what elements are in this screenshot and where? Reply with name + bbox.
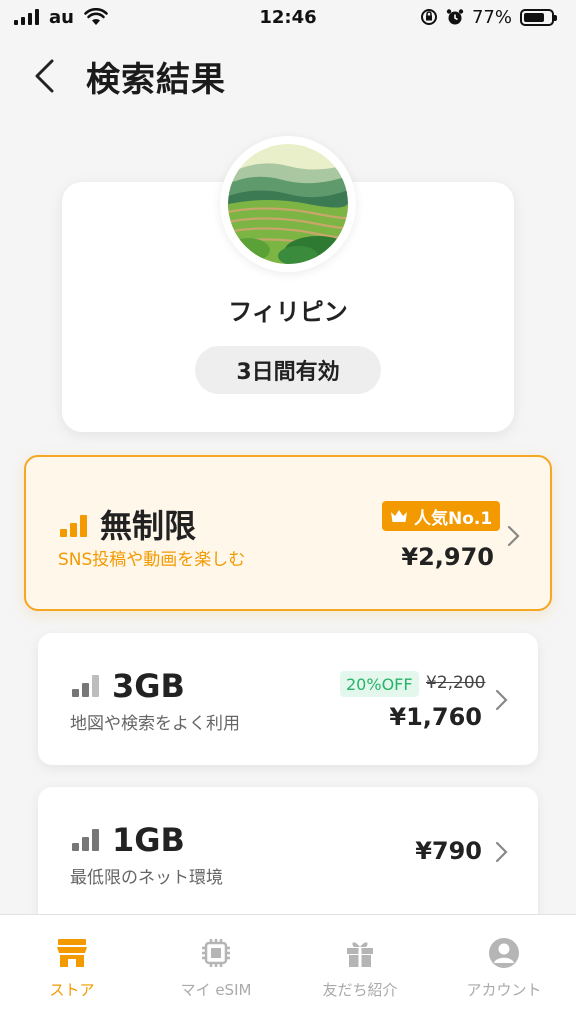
carrier-label: au — [49, 6, 74, 28]
battery-icon — [520, 8, 557, 26]
popular-badge-label: 人気No.1 — [414, 508, 493, 529]
plan-price: ¥1,760 — [389, 703, 482, 731]
gift-icon — [347, 942, 373, 967]
wifi-icon — [84, 8, 108, 25]
alarm-icon — [446, 9, 464, 25]
header: 検索結果 — [0, 50, 576, 102]
tab-label: ストア — [49, 981, 95, 999]
bottom-tab-bar: ストア マイ eSIM 友だち紹介 アカウント — [0, 914, 576, 1024]
chip-icon — [202, 939, 230, 967]
chevron-left-icon — [35, 59, 54, 93]
cellular-signal-icon — [14, 9, 39, 25]
plan-price: ¥2,970 — [401, 543, 494, 571]
popular-badge: 人気No.1 — [382, 501, 501, 531]
tab-label: アカウント — [466, 981, 542, 999]
tab-store[interactable]: ストア — [0, 915, 144, 1024]
status-bar: au 12:46 77% — [0, 0, 576, 34]
chevron-right-icon — [495, 841, 508, 863]
chevron-right-icon — [495, 689, 508, 711]
original-price: ¥2,200 — [426, 673, 486, 693]
tab-my-esim[interactable]: マイ eSIM — [144, 915, 288, 1024]
crown-icon — [391, 510, 407, 522]
tab-label: 友だち紹介 — [322, 981, 398, 999]
battery-level — [524, 12, 545, 22]
tab-referral[interactable]: 友だち紹介 — [288, 915, 432, 1024]
signal-full-icon — [60, 515, 87, 537]
plan-card-unlimited[interactable]: 無制限 SNS投稿や動画を楽しむ 人気No.1 ¥2,970 — [24, 455, 552, 611]
signal-low-icon — [72, 829, 99, 851]
status-right: 77% — [420, 6, 557, 28]
plan-description: SNS投稿や動画を楽しむ — [58, 550, 246, 570]
plan-name: 1GB — [112, 821, 185, 859]
discount-badge: 20%OFF — [340, 671, 419, 697]
plan-name: 3GB — [112, 667, 185, 705]
chevron-right-icon — [507, 525, 520, 547]
plan-name: 無制限 — [100, 507, 197, 545]
tab-label: マイ eSIM — [180, 981, 252, 999]
tab-account[interactable]: アカウント — [432, 915, 576, 1024]
page-title: 検索結果 — [86, 59, 226, 100]
validity-pill: 3日間有効 — [195, 346, 381, 394]
country-image — [220, 136, 356, 272]
plan-card-1gb[interactable]: 1GB 最低限のネット環境 ¥790 — [38, 787, 538, 927]
rice-terrace-image — [228, 144, 348, 264]
orientation-lock-icon — [420, 9, 437, 25]
signal-medium-icon — [72, 675, 99, 697]
status-left: au — [14, 7, 108, 28]
account-icon — [489, 938, 519, 968]
country-name: フィリピン — [228, 298, 348, 326]
plan-price: ¥790 — [415, 837, 482, 865]
plan-card-3gb[interactable]: 3GB 地図や検索をよく利用 20%OFF ¥2,200 ¥1,760 — [38, 633, 538, 765]
plan-description: 地図や検索をよく利用 — [70, 714, 240, 734]
back-button[interactable] — [14, 50, 74, 102]
store-icon — [57, 939, 87, 967]
battery-percent: 77% — [471, 6, 512, 28]
plan-description: 最低限のネット環境 — [70, 868, 223, 888]
